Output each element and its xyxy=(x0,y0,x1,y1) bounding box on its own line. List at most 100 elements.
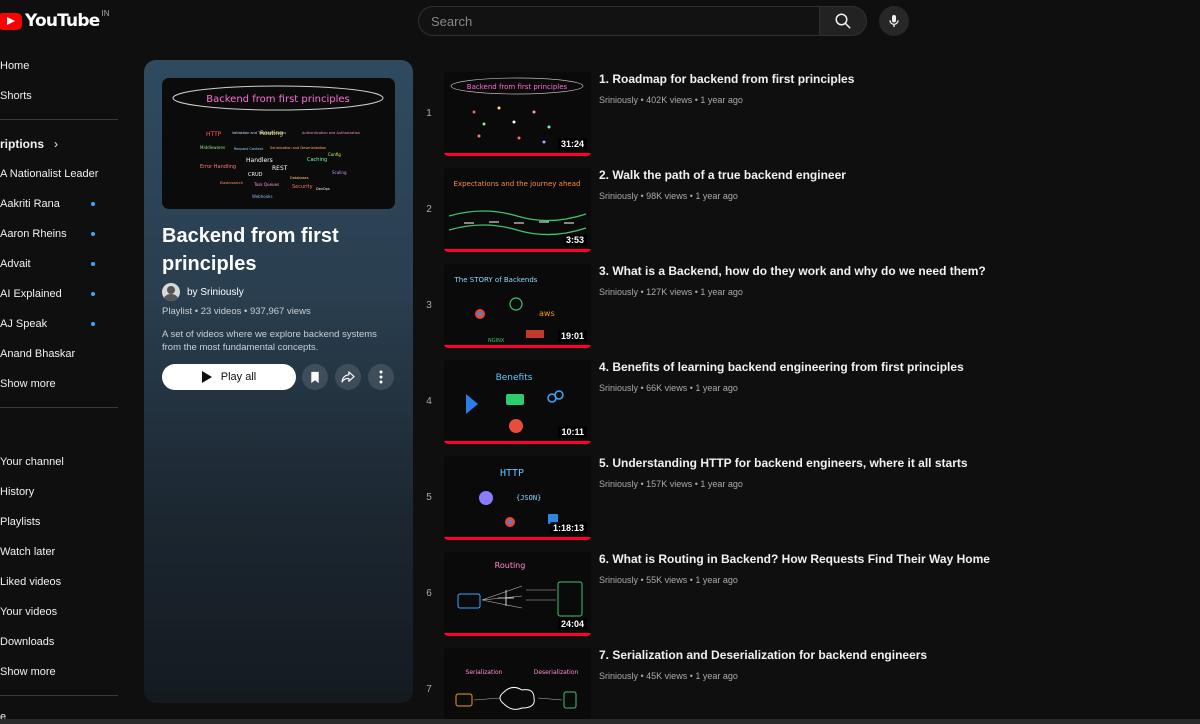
sidebar-item-downloads[interactable]: Downloads xyxy=(0,631,118,653)
sidebar-item-subscription[interactable]: A Nationalist Leader xyxy=(0,163,118,185)
save-playlist-button[interactable] xyxy=(302,364,328,390)
share-icon xyxy=(341,371,355,383)
video-title[interactable]: 5. Understanding HTTP for backend engine… xyxy=(599,456,968,470)
video-index: 2 xyxy=(426,204,432,215)
play-all-button[interactable]: Play all xyxy=(162,364,296,390)
sidebar-item-subscription[interactable]: AI Explained xyxy=(0,283,118,305)
playlist-owner[interactable]: by Sriniously xyxy=(162,282,244,302)
sidebar-item-watch-later[interactable]: Watch later xyxy=(0,541,118,563)
video-thumbnail[interactable]: Benefits 10:11 xyxy=(444,360,591,444)
youtube-logo[interactable]: YouTube IN xyxy=(0,8,109,34)
channel-name[interactable]: Sriniously xyxy=(599,671,638,681)
chevron-right-icon: › xyxy=(54,137,58,151)
upload-age: 1 year ago xyxy=(700,95,743,105)
sidebar-item-liked-videos[interactable]: Liked videos xyxy=(0,571,118,593)
thumb-word: DevOps xyxy=(316,187,330,191)
playlist-title: Backend from first principles xyxy=(162,225,339,275)
thumb-word: Elasticsearch xyxy=(220,181,243,185)
svg-text:aws: aws xyxy=(539,309,555,318)
playlist-thumbnail[interactable]: Backend from first principles HTTP Valid… xyxy=(162,78,395,209)
video-row[interactable]: 6 Routing 24:04 6. What is Routing in Ba… xyxy=(420,550,1200,638)
youtube-play-icon xyxy=(0,12,22,30)
sidebar-item-subscription[interactable]: Anand Bhaskar xyxy=(0,343,118,365)
video-row[interactable]: 1 Backend from first principles 31:24 1.… xyxy=(420,70,1200,158)
sidebar-item-subscription[interactable]: Advait xyxy=(0,253,118,275)
sidebar-item-label: Home xyxy=(0,60,30,72)
video-title[interactable]: 7. Serialization and Deserialization for… xyxy=(599,648,927,662)
thumb-word: Error Handling xyxy=(200,164,236,170)
sidebar-item-subscription[interactable]: Aaron Rheins xyxy=(0,223,118,245)
share-button[interactable] xyxy=(335,364,361,390)
new-content-dot xyxy=(91,262,95,266)
sidebar-item-subscription[interactable]: Aakriti Rana xyxy=(0,193,118,215)
channel-name[interactable]: Sriniously xyxy=(599,287,638,297)
view-count: 127K views xyxy=(646,287,693,297)
video-title[interactable]: 6. What is Routing in Backend? How Reque… xyxy=(599,552,990,566)
sidebar-item-home[interactable]: Home xyxy=(0,55,118,77)
thumbnail-text: Expectations and the journey ahead xyxy=(454,180,581,188)
sidebar-item-label: Anand Bhaskar xyxy=(0,348,76,360)
sidebar-item-shorts[interactable]: Shorts xyxy=(0,85,118,107)
video-row[interactable]: 5 HTTP {JSON} 1:18:13 5. Understanding H… xyxy=(420,454,1200,542)
watched-progress-bar xyxy=(444,153,591,156)
horizontal-scrollbar[interactable] xyxy=(0,719,1200,724)
sidebar-item-label: Downloads xyxy=(0,636,55,648)
top-bar: YouTube IN xyxy=(0,0,1200,42)
channel-name[interactable]: Sriniously xyxy=(599,191,638,201)
watched-progress-bar xyxy=(444,441,591,444)
sidebar-show-more-you[interactable]: Show more xyxy=(0,661,118,683)
video-row[interactable]: 3 The STORY of Backends aws NGINX 19:01 … xyxy=(420,262,1200,350)
sidebar-item-label: History xyxy=(0,486,35,498)
sidebar-item-your-videos[interactable]: Your videos xyxy=(0,601,118,623)
video-title[interactable]: 1. Roadmap for backend from first princi… xyxy=(599,72,854,86)
video-thumbnail[interactable]: Routing 24:04 xyxy=(444,552,591,636)
more-options-button[interactable] xyxy=(368,364,394,390)
thumbnail-text: Routing xyxy=(495,561,526,570)
video-thumbnail[interactable]: HTTP {JSON} 1:18:13 xyxy=(444,456,591,540)
video-row[interactable]: 7 Serialization Deserialization 7. Seria… xyxy=(420,646,1200,724)
sidebar-subscriptions-header[interactable]: riptions › xyxy=(0,133,58,155)
thumbnail-text: HTTP xyxy=(500,468,524,479)
owner-name: by Sriniously xyxy=(187,286,244,298)
video-title[interactable]: 3. What is a Backend, how do they work a… xyxy=(599,264,986,278)
sidebar-item-playlists[interactable]: Playlists xyxy=(0,511,118,533)
video-duration: 3:53 xyxy=(562,234,587,246)
video-thumbnail[interactable]: Serialization Deserialization xyxy=(444,648,591,724)
video-index: 4 xyxy=(426,396,432,407)
sidebar-show-more-subscriptions[interactable]: Show more xyxy=(0,373,118,395)
view-count: 98K views xyxy=(646,191,688,201)
video-meta: Sriniously • 98K views • 1 year ago xyxy=(599,191,738,201)
search-button[interactable] xyxy=(819,6,867,36)
video-meta: Sriniously • 45K views • 1 year ago xyxy=(599,671,738,681)
watched-progress-bar xyxy=(444,249,591,252)
svg-text:{JSON}: {JSON} xyxy=(516,494,541,502)
video-title[interactable]: 4. Benefits of learning backend engineer… xyxy=(599,360,964,374)
search-bar xyxy=(418,6,867,36)
sidebar-item-history[interactable]: History xyxy=(0,481,118,503)
video-meta: Sriniously • 157K views • 1 year ago xyxy=(599,479,743,489)
sidebar-item-label: Show more xyxy=(0,378,56,390)
upload-age: 1 year ago xyxy=(695,575,738,585)
sidebar-item-subscription[interactable]: AJ Speak xyxy=(0,313,118,335)
sidebar-item-your-channel[interactable]: Your channel xyxy=(0,451,118,473)
video-row[interactable]: 2 Expectations and the journey ahead 3:5… xyxy=(420,166,1200,254)
video-title[interactable]: 2. Walk the path of a true backend engin… xyxy=(599,168,846,182)
channel-name[interactable]: Sriniously xyxy=(599,479,638,489)
video-thumbnail[interactable]: Expectations and the journey ahead 3:53 xyxy=(444,168,591,252)
watched-progress-bar xyxy=(444,537,591,540)
video-duration: 10:11 xyxy=(558,426,587,438)
video-row[interactable]: 4 Benefits 10:11 4. Benefits of learning… xyxy=(420,358,1200,446)
voice-search-button[interactable] xyxy=(879,6,909,36)
thumbnail-text: The STORY of Backends xyxy=(454,276,538,284)
channel-name[interactable]: Sriniously xyxy=(599,95,638,105)
search-input[interactable] xyxy=(418,6,819,36)
sidebar-item-label: AJ Speak xyxy=(0,318,48,330)
video-thumbnail[interactable]: Backend from first principles 31:24 xyxy=(444,72,591,156)
channel-name[interactable]: Sriniously xyxy=(599,575,638,585)
new-content-dot xyxy=(91,292,95,296)
view-count: 157K views xyxy=(646,479,693,489)
channel-name[interactable]: Sriniously xyxy=(599,383,638,393)
video-thumbnail[interactable]: The STORY of Backends aws NGINX 19:01 xyxy=(444,264,591,348)
video-meta: Sriniously • 55K views • 1 year ago xyxy=(599,575,738,585)
sidebar-item-label: Advait xyxy=(0,258,31,270)
